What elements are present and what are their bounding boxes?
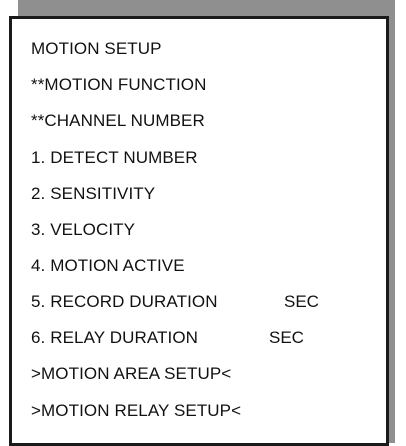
menu-item-motion-area-setup[interactable]: >MOTION AREA SETUP<	[31, 364, 231, 384]
menu-item-detect-number[interactable]: 1. DETECT NUMBER	[31, 148, 198, 168]
menu-item-motion-relay-setup[interactable]: >MOTION RELAY SETUP<	[31, 401, 241, 421]
menu-item-motion-active[interactable]: 4. MOTION ACTIVE	[31, 256, 185, 276]
menu-item-relay-duration[interactable]: 6. RELAY DURATION	[31, 328, 198, 348]
menu-title: MOTION SETUP	[31, 39, 162, 58]
motion-setup-menu-panel: MOTION SETUP **MOTION FUNCTION **CHANNEL…	[9, 16, 389, 446]
menu-item-motion-function[interactable]: **MOTION FUNCTION	[31, 75, 206, 95]
menu-item-record-duration[interactable]: 5. RECORD DURATION	[31, 292, 218, 312]
menu-item-velocity[interactable]: 3. VELOCITY	[31, 220, 135, 240]
menu-item-channel-number[interactable]: **CHANNEL NUMBER	[31, 111, 205, 131]
relay-duration-unit: SEC	[269, 328, 304, 347]
menu-item-sensitivity[interactable]: 2. SENSITIVITY	[31, 184, 155, 204]
record-duration-unit: SEC	[284, 292, 319, 311]
